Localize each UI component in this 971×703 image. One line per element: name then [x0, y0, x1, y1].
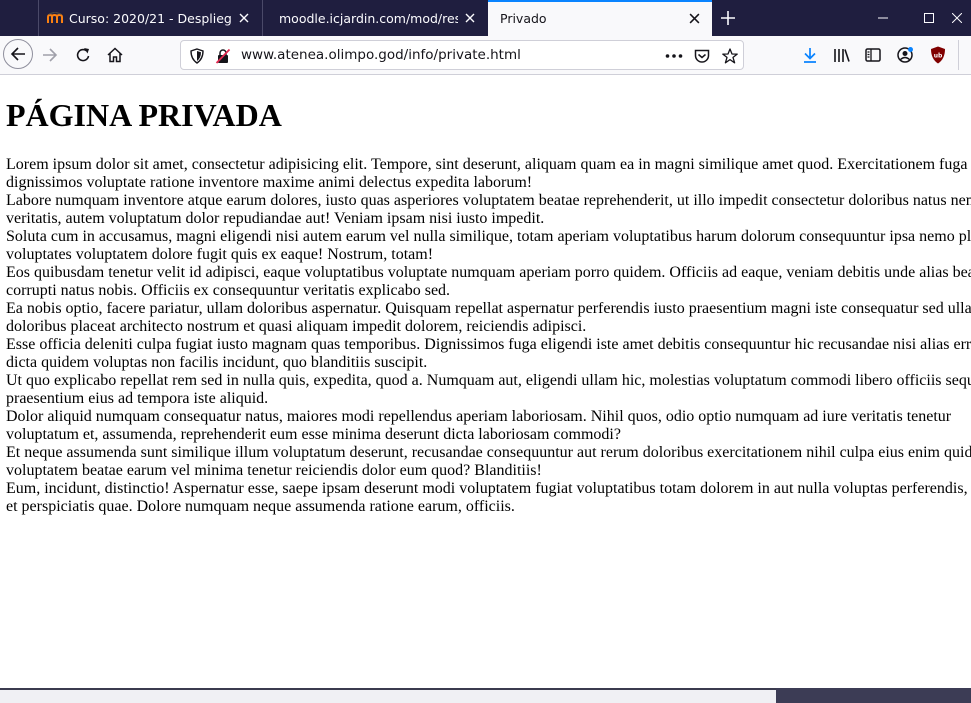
forward-button[interactable] [34, 39, 66, 71]
library-icon [834, 49, 850, 62]
account-icon [897, 47, 913, 63]
arrow-left-icon [10, 47, 25, 61]
pocket-icon[interactable] [693, 47, 711, 65]
window-border [0, 688, 776, 690]
paragraph: Ut quo explicabo repellat rem sed in nul… [6, 372, 971, 407]
paragraph: Eum, incidunt, distinctio! Aspernatur es… [6, 480, 971, 515]
page-viewport: PÁGINA PRIVADA Lorem ipsum dolor sit ame… [0, 75, 971, 688]
paragraph: Eos quibusdam tenetur velit id adipisci,… [6, 264, 971, 299]
tab-moodle-resource[interactable]: moodle.icjardin.com/mod/resource [262, 0, 488, 36]
paragraph: Soluta cum in accusamus, magni eligendi … [6, 228, 971, 263]
sidebar-button[interactable] [857, 39, 889, 71]
paragraph: Esse officia deleniti culpa fugiat iusto… [6, 336, 971, 371]
tab-privado[interactable]: Privado [488, 0, 712, 36]
paragraph: Lorem ipsum dolor sit amet, consectetur … [6, 156, 968, 191]
download-icon [804, 48, 816, 63]
new-tab-button[interactable] [714, 4, 742, 32]
tab-title: Curso: 2020/21 - Despliegue de [69, 10, 232, 26]
tab-title: moodle.icjardin.com/mod/resource [279, 10, 458, 26]
minimize-icon [878, 17, 888, 19]
close-tab-icon[interactable] [232, 6, 256, 30]
reload-icon [76, 48, 90, 62]
insecure-connection-icon[interactable] [214, 47, 232, 65]
close-tab-icon[interactable] [682, 6, 706, 30]
window-bottom-edge [0, 688, 971, 703]
account-button[interactable] [889, 39, 921, 71]
library-button[interactable] [826, 39, 858, 71]
plus-icon [721, 11, 735, 25]
close-tab-icon[interactable] [458, 6, 482, 30]
paragraph: Dolor aliquid numquam consequatur natus,… [6, 408, 952, 443]
tab-title: Privado [500, 10, 547, 26]
paragraph: Ea nobis optio, facere pariatur, ullam d… [6, 300, 971, 335]
tab-favicon [492, 10, 496, 26]
tab-moodle-course[interactable]: Curso: 2020/21 - Despliegue de [38, 0, 262, 36]
bookmark-star-icon[interactable] [721, 47, 739, 65]
moodle-icon [47, 10, 63, 26]
tracking-protection-shield-icon[interactable] [188, 47, 206, 65]
home-button[interactable] [99, 39, 131, 71]
paragraph: Et neque assumenda sunt similique illum … [6, 444, 971, 479]
paragraph: Labore numquam inventore atque earum dol… [6, 192, 971, 227]
svg-text:ub: ub [934, 53, 943, 60]
url-bar[interactable]: www.atenea.olimpo.god/info/private.html [180, 40, 744, 70]
home-icon [107, 47, 123, 63]
background-window [776, 688, 971, 703]
url-text[interactable]: www.atenea.olimpo.god/info/private.html [241, 47, 521, 63]
minimize-button[interactable] [860, 0, 906, 36]
ublock-shield-icon: ub [931, 46, 945, 64]
close-window-button[interactable] [952, 0, 971, 36]
arrow-right-icon [43, 48, 58, 62]
close-window-icon [952, 13, 962, 23]
reload-button[interactable] [67, 39, 99, 71]
page-title: PÁGINA PRIVADA [6, 97, 282, 133]
maximize-button[interactable] [906, 0, 952, 36]
page-body: Lorem ipsum dolor sit amet, consectetur … [6, 156, 971, 516]
downloads-button[interactable] [794, 39, 826, 71]
toolbar-separator [958, 40, 959, 70]
back-button[interactable] [3, 39, 33, 69]
page-actions-icon[interactable] [665, 47, 683, 65]
maximize-icon [924, 13, 934, 23]
sidebar-icon [865, 48, 881, 62]
tab-favicon [269, 10, 273, 26]
ublock-origin-button[interactable]: ub [922, 39, 954, 71]
tab-strip: Curso: 2020/21 - Despliegue de moodle.ic… [0, 0, 971, 36]
